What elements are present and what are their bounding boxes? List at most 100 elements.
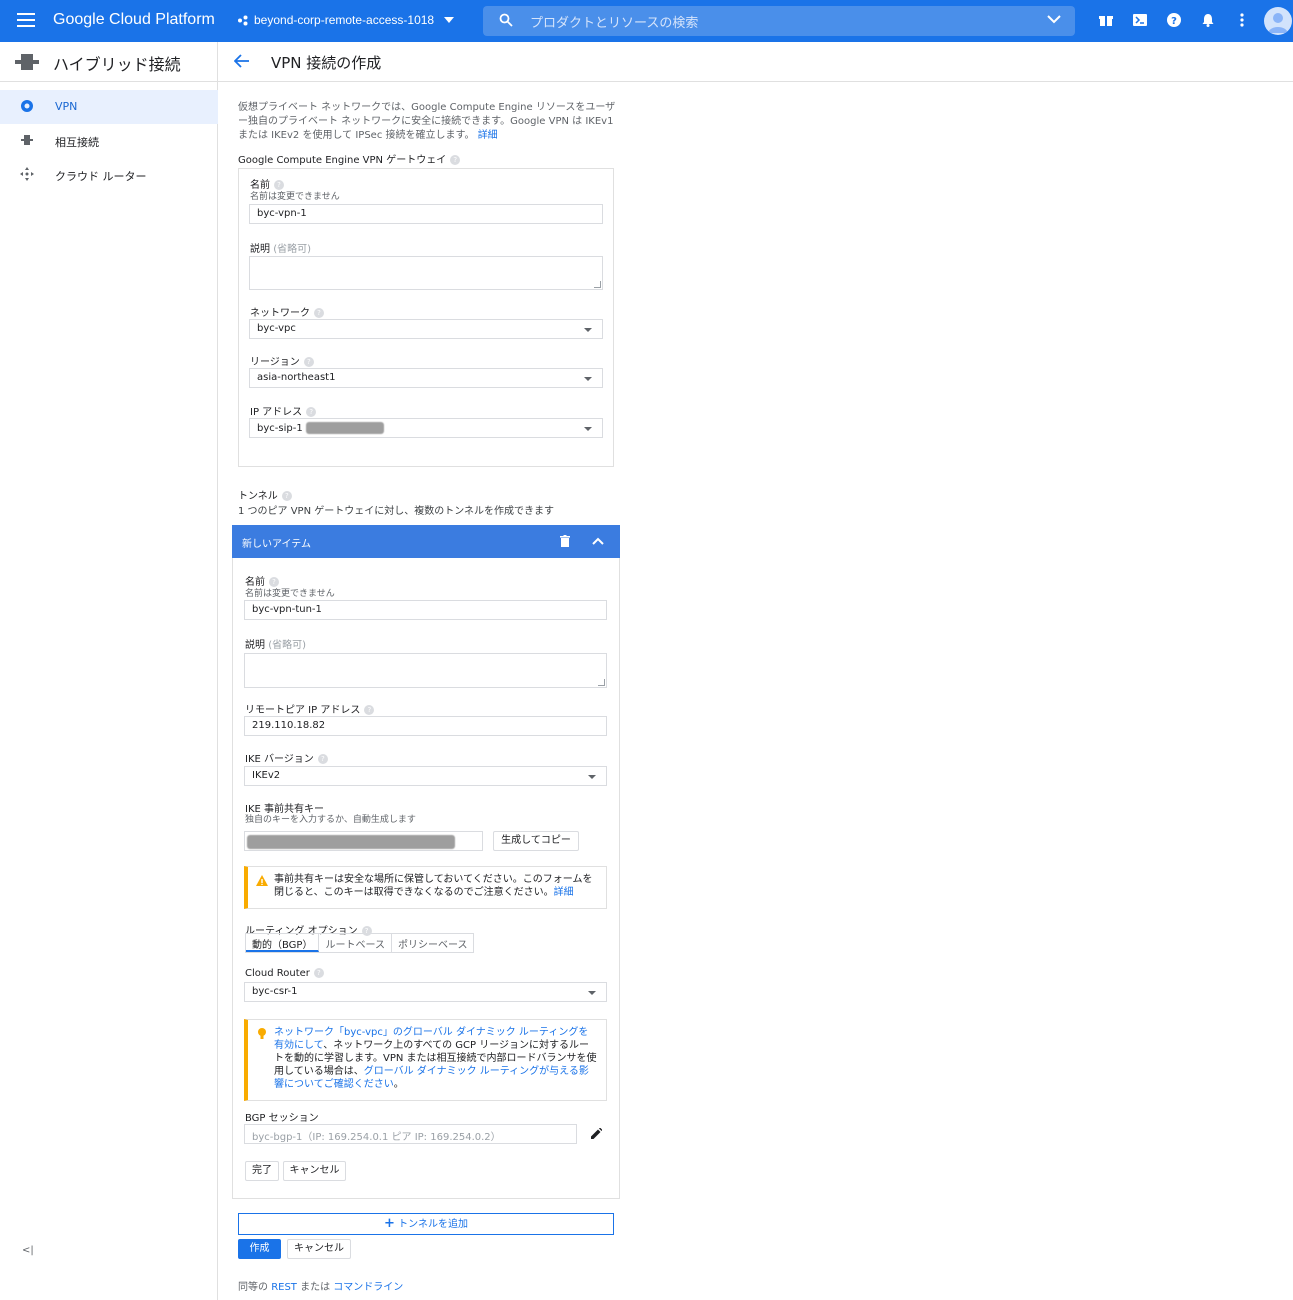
tunnels-subtitle: 1 つのピア VPN ゲートウェイに対し、複数のトンネルを作成できます — [238, 506, 555, 517]
psk-input[interactable] — [244, 831, 483, 851]
psk-warning-box: 事前共有キーは安全な場所に保管しておいてください。このフォームを閉じると、このキ… — [244, 866, 607, 909]
network-select[interactable]: byc-vpc — [249, 319, 603, 339]
bell-icon[interactable] — [1199, 11, 1217, 29]
add-tunnel-label: トンネルを追加 — [398, 1219, 468, 1230]
tunnel-cancel-button[interactable]: キャンセル — [283, 1161, 346, 1181]
back-arrow-icon[interactable] — [234, 54, 250, 68]
sidebar-header: ハイブリッド接続 — [0, 42, 218, 82]
generate-copy-button[interactable]: 生成してコピー — [493, 831, 579, 851]
vpn-globe-icon — [21, 100, 33, 112]
search-icon — [499, 13, 513, 27]
footer-prefix: 同等の — [238, 1282, 272, 1293]
plus-icon: + — [384, 1216, 395, 1231]
peer-ip-input[interactable]: 219.110.18.82 — [244, 716, 607, 736]
gift-icon[interactable] — [1097, 11, 1115, 29]
help-icon[interactable]: ? — [303, 357, 314, 367]
gateway-desc-label: 説明 (省略可) — [250, 240, 311, 255]
dropdown-caret-icon — [588, 775, 596, 779]
command-line-link[interactable]: コマンドライン — [333, 1282, 403, 1293]
tunnel-item-header[interactable]: 新しいアイテム — [232, 525, 620, 558]
tunnel-name-input[interactable]: byc-vpn-tun-1 — [244, 600, 607, 620]
page-header: VPN 接続の作成 — [218, 42, 1293, 82]
router-icon — [20, 167, 34, 181]
help-icon[interactable]: ? — [450, 155, 461, 165]
tunnel-desc-textarea[interactable] — [244, 653, 607, 688]
project-name: beyond-corp-remote-access-1018 — [254, 13, 435, 27]
gateway-section-title: Google Compute Engine VPN ゲートウェイ? — [238, 151, 461, 166]
label-text: トンネル — [238, 491, 278, 502]
routing-option-bgp[interactable]: 動的（BGP） — [246, 934, 320, 952]
dropdown-caret-icon — [588, 991, 596, 995]
product-brand[interactable]: Google Cloud Platform — [53, 11, 215, 29]
network-label: ネットワーク? — [250, 304, 324, 319]
chevron-up-icon[interactable] — [592, 537, 604, 545]
intro-description: 仮想プライベート ネットワークでは、Google Compute Engine … — [238, 102, 616, 141]
dropdown-caret-icon — [584, 377, 592, 381]
tunnel-desc-label: 説明 (省略可) — [245, 636, 306, 651]
psk-sub: 独自のキーを入力するか、自動生成します — [245, 815, 416, 825]
avatar[interactable] — [1264, 7, 1292, 35]
network-value: byc-vpc — [257, 323, 296, 334]
project-selector[interactable]: beyond-corp-remote-access-1018 — [237, 13, 455, 27]
add-tunnel-button[interactable]: + トンネルを追加 — [238, 1213, 614, 1235]
rest-link[interactable]: REST — [271, 1282, 297, 1293]
dropdown-caret-icon — [584, 427, 592, 431]
routing-info-box: ネットワーク「byc-vpc」のグローバル ダイナミック ルーティングを有効にし… — [244, 1019, 607, 1101]
ike-version-label: IKE バージョン? — [245, 750, 328, 765]
help-icon[interactable]: ? — [317, 754, 328, 764]
gateway-name-sub: 名前は変更できません — [250, 192, 340, 202]
warning-learn-more-link[interactable]: 詳細 — [554, 887, 574, 898]
warning-text: 事前共有キーは安全な場所に保管しておいてください。このフォームを閉じると、このキ… — [274, 874, 593, 898]
sidebar-item-interconnect[interactable]: 相互接続 — [0, 124, 218, 158]
search-placeholder: プロダクトとリソースの検索 — [530, 16, 699, 31]
search-bar[interactable]: プロダクトとリソースの検索 — [483, 6, 1075, 36]
lightbulb-icon — [258, 1028, 266, 1039]
label-text: ネットワーク — [250, 308, 310, 319]
sidebar-item-label: クラウド ルーター — [55, 170, 147, 183]
routing-option-route-based[interactable]: ルートベース — [319, 934, 392, 952]
optional-text: (省略可) — [273, 244, 311, 255]
help-icon[interactable]: ? — [314, 308, 324, 318]
label-text: リージョン — [250, 357, 300, 368]
top-app-bar: Google Cloud Platform beyond-corp-remote… — [0, 0, 1293, 42]
label-text: Cloud Router — [245, 968, 310, 979]
footer-equivalent: 同等の REST または コマンドライン — [238, 1278, 403, 1293]
dropdown-caret-icon — [584, 328, 592, 332]
bgp-label: BGP セッション — [245, 1113, 319, 1124]
ike-version-select[interactable]: IKEv2 — [244, 766, 607, 786]
label-text: リモートピア IP アドレス — [245, 705, 361, 716]
ip-address-select[interactable]: byc-sip-1 — [249, 418, 603, 438]
label-text: IKE バージョン — [245, 754, 314, 765]
tunnels-title: トンネル? — [238, 487, 292, 502]
hamburger-menu-icon[interactable] — [17, 13, 35, 27]
ip-address-label: IP アドレス? — [250, 403, 317, 418]
cloud-shell-icon[interactable] — [1131, 11, 1149, 29]
region-select[interactable]: asia-northeast1 — [249, 368, 603, 388]
gateway-desc-textarea[interactable] — [249, 256, 603, 290]
sidebar-item-cloud-router[interactable]: クラウド ルーター — [0, 158, 218, 192]
label-text: 説明 — [245, 640, 265, 651]
routing-option-policy-based[interactable]: ポリシーベース — [392, 934, 474, 952]
cancel-button[interactable]: キャンセル — [287, 1239, 351, 1259]
chevron-down-icon[interactable] — [1047, 15, 1061, 24]
help-icon[interactable]: ? — [364, 705, 375, 715]
create-button[interactable]: 作成 — [238, 1239, 281, 1259]
sidebar-item-vpn[interactable]: VPN — [0, 90, 218, 124]
cloud-router-value: byc-csr-1 — [252, 986, 298, 997]
help-icon[interactable]: ? — [281, 491, 292, 501]
learn-more-link[interactable]: 詳細 — [478, 130, 498, 141]
help-icon[interactable]: ? — [306, 407, 317, 417]
page-title: VPN 接続の作成 — [271, 54, 382, 72]
help-icon[interactable]: ? — [313, 968, 324, 978]
sidebar-title: ハイブリッド接続 — [53, 55, 181, 74]
gateway-name-input[interactable]: byc-vpn-1 — [249, 204, 603, 224]
delete-icon[interactable] — [560, 535, 570, 547]
cloud-router-select[interactable]: byc-csr-1 — [244, 982, 607, 1002]
done-button[interactable]: 完了 — [245, 1161, 279, 1181]
edit-pencil-icon[interactable] — [591, 1128, 602, 1139]
hybrid-connectivity-icon — [15, 54, 39, 70]
more-vert-icon[interactable] — [1233, 11, 1251, 29]
collapse-sidebar-icon[interactable]: <| — [22, 1245, 34, 1256]
help-icon[interactable]: ? — [1165, 11, 1183, 29]
tunnel-item-title: 新しいアイテム — [242, 539, 311, 550]
